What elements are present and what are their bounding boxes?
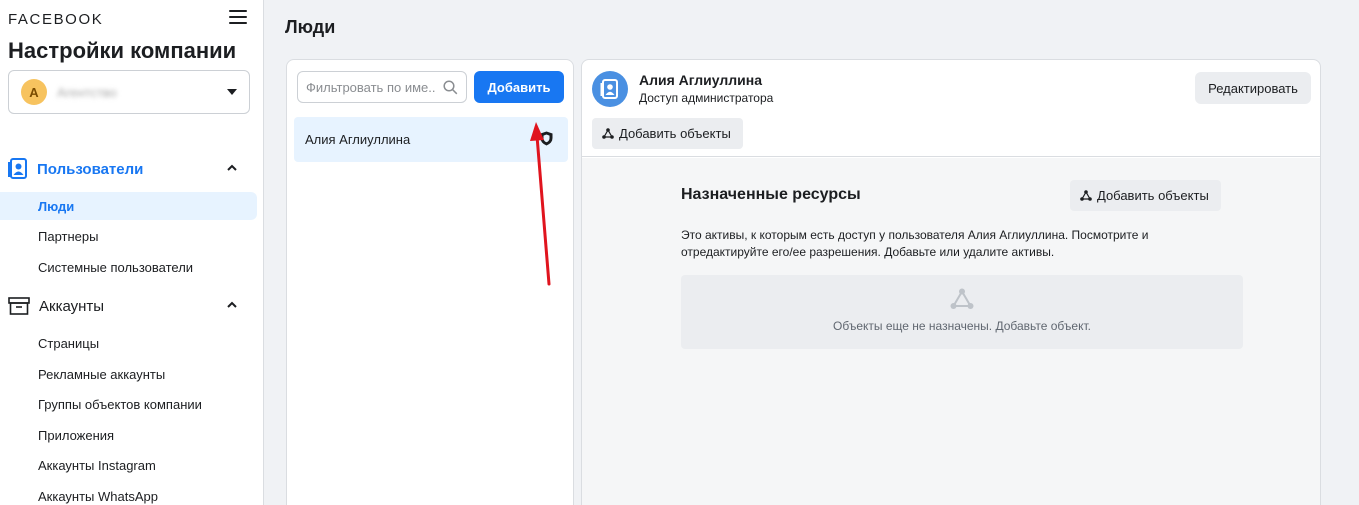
sidebar-item-system-users[interactable]: Системные пользователи	[0, 253, 257, 281]
user-name: Алия Аглиуллина	[639, 72, 762, 88]
caret-down-icon	[227, 89, 237, 95]
sidebar-item-ad-accounts[interactable]: Рекламные аккаунты	[0, 360, 257, 388]
person-detail-panel: Алия Аглиуллина Доступ администратора Ре…	[581, 59, 1321, 505]
list-item[interactable]: Алия Аглиуллина	[294, 117, 568, 162]
add-person-button[interactable]: Добавить	[474, 71, 564, 103]
assets-icon	[1080, 190, 1092, 201]
menu-icon[interactable]	[229, 9, 247, 25]
users-icon	[8, 158, 27, 179]
detail-header: Алия Аглиуллина Доступ администратора Ре…	[582, 60, 1320, 157]
account-selector[interactable]: A Агентство	[8, 70, 250, 114]
sidebar-item-pages[interactable]: Страницы	[0, 329, 257, 357]
add-objects-button[interactable]: Добавить объекты	[1070, 180, 1221, 211]
resources-description: Это активы, к которым есть доступ у поль…	[681, 228, 1149, 259]
sidebar: FACEBOOK Настройки компании A Агентство …	[0, 0, 264, 505]
sidebar-item-business-asset-groups[interactable]: Группы объектов компании	[0, 390, 257, 418]
archive-icon	[8, 297, 30, 315]
sidebar-item-partners[interactable]: Партнеры	[0, 222, 257, 250]
sidebar-section-users[interactable]: Пользователи	[0, 155, 264, 183]
assets-icon	[602, 128, 614, 139]
account-avatar: A	[21, 79, 47, 105]
filter-field[interactable]	[297, 71, 467, 103]
sidebar-item-whatsapp-accounts[interactable]: Аккаунты WhatsApp	[0, 482, 257, 505]
add-objects-label: Добавить объекты	[1097, 188, 1209, 203]
assets-icon	[950, 288, 974, 309]
sidebar-title: Настройки компании	[8, 38, 237, 63]
add-objects-label: Добавить объекты	[619, 126, 731, 141]
search-icon[interactable]	[443, 79, 458, 95]
user-badge-icon	[600, 79, 618, 99]
people-list-panel: Добавить Алия Аглиуллина	[286, 59, 574, 505]
page-title: Люди	[285, 17, 336, 37]
sidebar-item-instagram-accounts[interactable]: Аккаунты Instagram	[0, 451, 257, 479]
sidebar-item-people[interactable]: Люди	[0, 192, 257, 220]
account-name: Агентство	[57, 84, 117, 100]
sidebar-section-label: Пользователи	[37, 160, 144, 178]
empty-state: Объекты еще не назначены. Добавьте объек…	[681, 275, 1243, 349]
chevron-up-icon[interactable]	[226, 299, 238, 311]
sidebar-section-accounts[interactable]: Аккаунты	[0, 292, 264, 320]
sidebar-item-apps[interactable]: Приложения	[0, 421, 257, 449]
shield-icon	[540, 131, 553, 146]
empty-state-text: Объекты еще не назначены. Добавьте объек…	[833, 319, 1091, 333]
edit-button[interactable]: Редактировать	[1195, 72, 1311, 104]
chevron-up-icon[interactable]	[226, 162, 238, 174]
sidebar-section-label: Аккаунты	[39, 297, 105, 315]
person-name: Алия Аглиуллина	[305, 132, 411, 147]
avatar	[592, 71, 628, 107]
assigned-resources-section: Назначенные ресурсы Добавить объекты Это…	[582, 158, 1320, 505]
add-objects-button[interactable]: Добавить объекты	[592, 118, 743, 149]
user-role: Доступ администратора	[639, 91, 774, 105]
filter-input[interactable]	[306, 79, 436, 95]
brand-logo: FACEBOOK	[8, 11, 104, 28]
resources-title: Назначенные ресурсы	[681, 186, 861, 203]
